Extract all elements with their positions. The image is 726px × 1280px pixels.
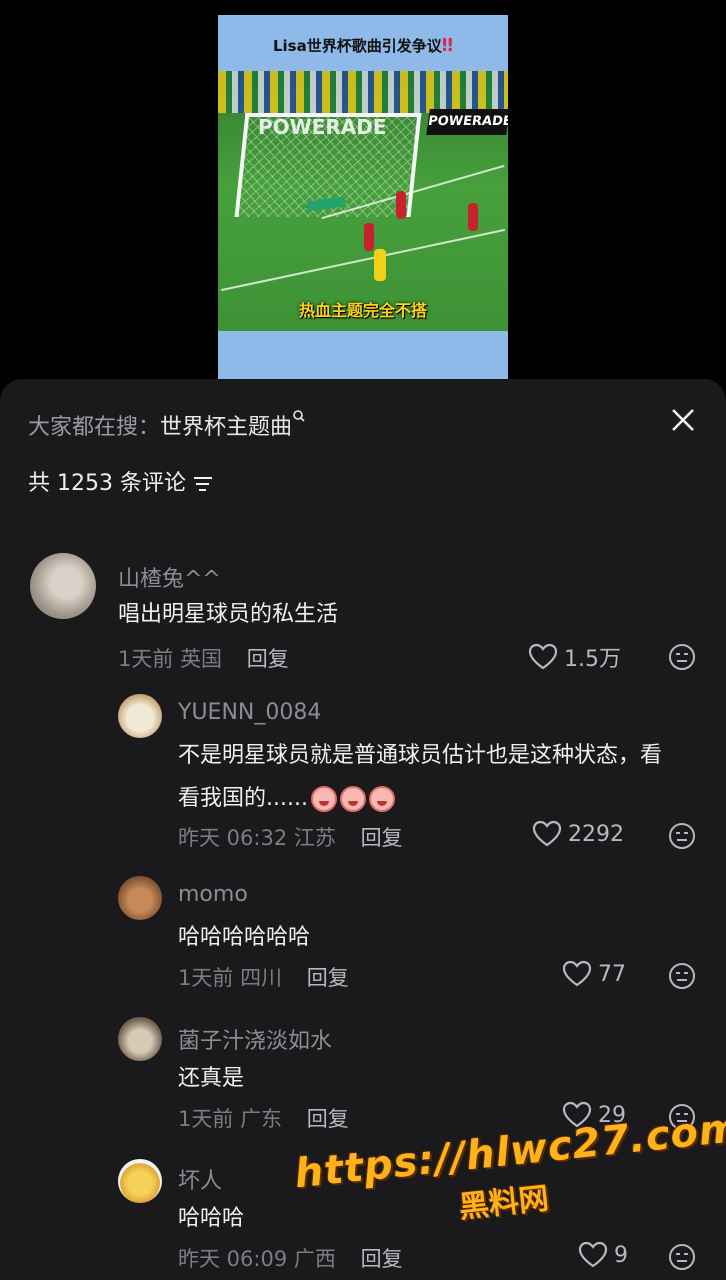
exclamation-icon: ‼ <box>441 35 454 56</box>
comment-time: 1天前 <box>178 966 234 990</box>
sort-icon[interactable] <box>192 474 214 494</box>
comment-count: 共 1253 条评论 <box>28 465 214 497</box>
dislike-icon[interactable] <box>668 822 696 850</box>
heart-icon <box>528 643 558 670</box>
search-icon <box>293 410 305 422</box>
reply-button[interactable]: 回复 <box>307 966 349 990</box>
like-count: 9 <box>614 1242 628 1268</box>
avatar[interactable] <box>118 876 162 920</box>
comment-location: 江苏 <box>293 826 336 850</box>
comment-username[interactable]: 菌子汁浇淡如水 <box>178 1023 332 1055</box>
comment-meta: 1天前 英国 回复 <box>118 643 289 673</box>
heart-icon <box>562 960 592 987</box>
close-icon[interactable] <box>668 405 698 435</box>
video-frame: POWERADE POWERADE <box>218 71 508 331</box>
like-count: 2292 <box>568 821 624 847</box>
reply-button[interactable]: 回复 <box>307 1107 349 1131</box>
player <box>364 223 374 251</box>
avatar[interactable] <box>118 1159 162 1203</box>
comment-text: 哈哈哈哈哈哈 <box>178 925 311 950</box>
comment-username[interactable]: momo <box>178 882 248 907</box>
video-caption: 热血主题完全不搭 <box>298 301 427 320</box>
comment-time: 昨天 06:32 <box>178 826 288 850</box>
player <box>374 249 386 281</box>
comment-meta: 1天前 四川 回复 <box>178 962 349 992</box>
comment-text: 还真是 <box>178 1066 245 1091</box>
comment-time: 1天前 <box>178 1107 234 1131</box>
comment-username[interactable]: YUENN_0084 <box>178 700 321 725</box>
like-count: 77 <box>598 961 626 987</box>
crying-emoji-icon <box>310 786 337 812</box>
heart-icon <box>578 1241 608 1268</box>
search-suggestion-keyword[interactable]: 世界杯主题曲 <box>160 415 292 440</box>
like-button[interactable]: 77 <box>562 960 626 988</box>
reply-button[interactable]: 回复 <box>361 826 403 850</box>
comment-location: 广东 <box>240 1107 283 1131</box>
avatar[interactable] <box>118 1017 162 1061</box>
dislike-icon[interactable] <box>668 1243 696 1271</box>
comment-location: 四川 <box>240 966 283 990</box>
like-count: 1.5万 <box>564 647 621 672</box>
comment-meta: 1天前 广东 回复 <box>178 1103 349 1133</box>
crying-emoji-icon <box>339 786 366 812</box>
player <box>396 191 406 219</box>
crying-emoji-icon <box>368 786 395 812</box>
search-suggestion[interactable]: 大家都在搜：世界杯主题曲 <box>28 409 306 441</box>
reply-button[interactable]: 回复 <box>247 647 289 671</box>
player <box>468 203 478 231</box>
avatar[interactable] <box>30 553 96 619</box>
comment-username[interactable]: 坏人 <box>178 1163 222 1195</box>
heart-icon <box>532 820 562 847</box>
crowd <box>218 71 508 113</box>
goal-ad-text: POWERADE <box>258 115 387 139</box>
comment-text: 哈哈哈 <box>178 1206 245 1231</box>
comment-count-label: 共 1253 条评论 <box>28 471 186 496</box>
video-title: Lisa世界杯歌曲引发争议‼ <box>272 35 454 56</box>
comment-meta: 昨天 06:32 江苏 回复 <box>178 822 403 852</box>
comment-text: 唱出明星球员的私生活 <box>118 602 339 627</box>
dislike-icon[interactable] <box>668 962 696 990</box>
comment-username[interactable]: 山楂兔^^ <box>118 561 221 593</box>
reply-button[interactable]: 回复 <box>361 1247 403 1271</box>
avatar[interactable] <box>118 694 162 738</box>
pitch-line <box>220 228 506 292</box>
dislike-icon[interactable] <box>668 643 696 671</box>
like-button[interactable]: 2292 <box>532 820 624 848</box>
comment-time: 昨天 06:09 <box>178 1247 288 1271</box>
like-button[interactable]: 9 <box>578 1241 628 1269</box>
like-button[interactable]: 1.5万 <box>528 641 621 673</box>
video-player[interactable]: Lisa世界杯歌曲引发争议‼ POWERADE POWERADE 热血主题完全不… <box>218 15 508 379</box>
search-suggestion-prefix: 大家都在搜： <box>28 415 161 440</box>
comment-location: 英国 <box>180 647 223 671</box>
ad-board: POWERADE <box>426 109 508 135</box>
comment-location: 广西 <box>293 1247 336 1271</box>
comment-meta: 昨天 06:09 广西 回复 <box>178 1243 403 1273</box>
comment-text: 不是明星球员就是普通球员估计也是这种状态，看看我国的...... <box>178 743 663 812</box>
comment-time: 1天前 <box>118 647 174 671</box>
